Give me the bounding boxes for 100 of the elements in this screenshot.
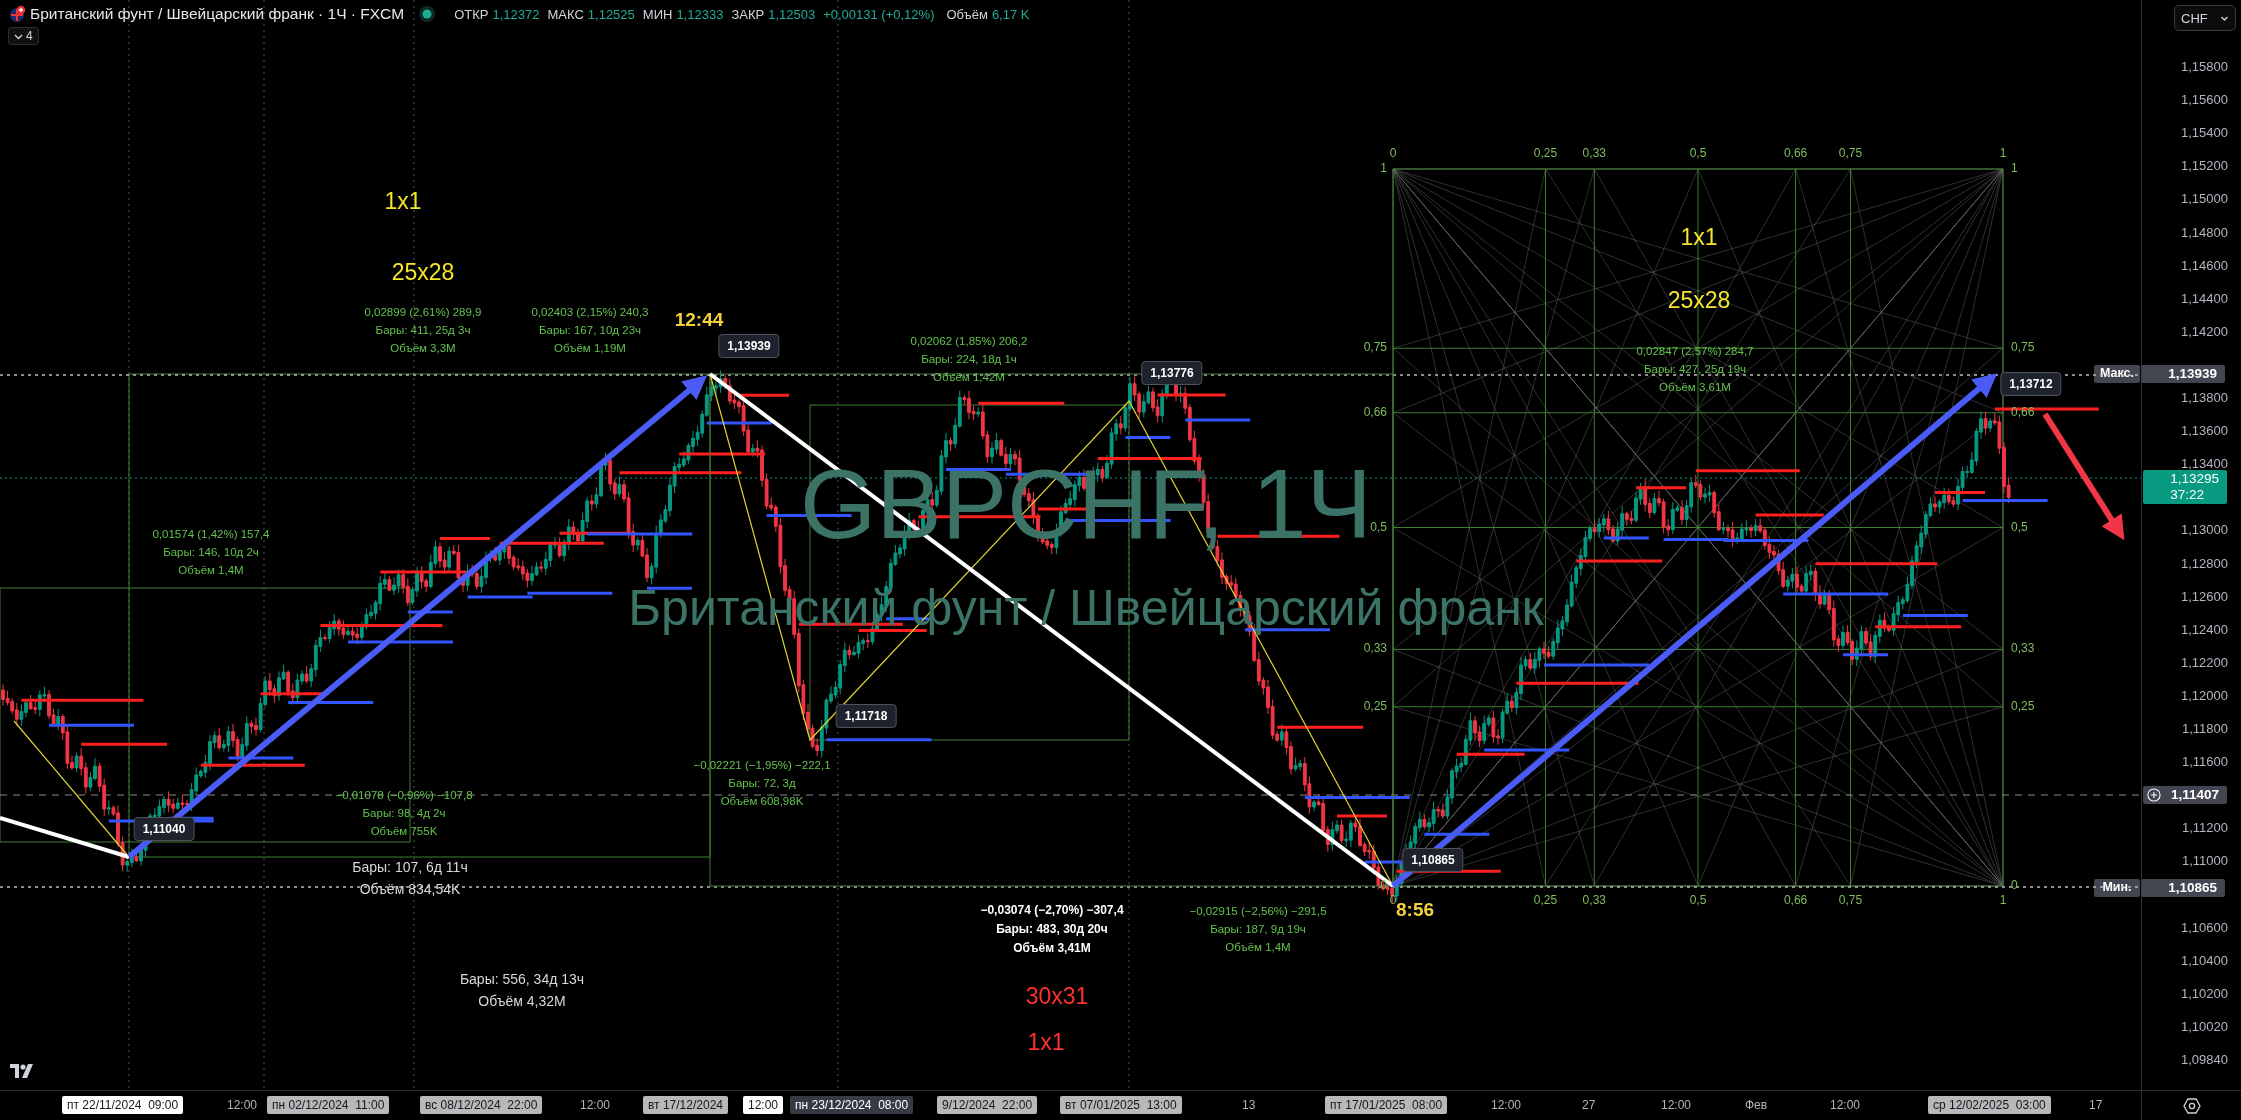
- price-label: 1,11800: [2181, 721, 2228, 737]
- indicators-toggle[interactable]: 4: [8, 27, 39, 45]
- time-label: ср 12/02/2025 03:00: [1928, 1096, 2051, 1114]
- price-label: 1,11200: [2181, 820, 2228, 837]
- gann-level-label: 0,66: [1783, 893, 1808, 907]
- price-badge-label: Макс.: [2094, 365, 2140, 383]
- measure-label: 0,02899 (2,61%) 289,9 Бары: 411, 25д 3ч Объём 3,3M: [364, 305, 482, 356]
- ohlc-label: ЗАКР: [731, 6, 765, 22]
- time-label: Фев: [1744, 1097, 1769, 1114]
- ohlc-value: 1,12333: [676, 6, 724, 22]
- price-tag: 1,10865: [1402, 848, 1464, 872]
- gann-level-label: 1: [1999, 146, 2007, 160]
- gann-level-label: 0,25: [2011, 698, 2035, 713]
- price-tag: 1,13939: [718, 334, 780, 358]
- gann-level-label: 0,75: [1838, 146, 1863, 160]
- price-tag: 1,13712: [2000, 372, 2062, 396]
- price-label: 1,09840: [2181, 1052, 2228, 1068]
- measure-label: 0,01574 (1,42%) 157,4 Бары: 146, 10д 2ч Объём 1,4M: [152, 527, 270, 578]
- symbol-title[interactable]: Британский фунт / Швейцарский франк · 1Ч · FXCM: [30, 5, 405, 23]
- price-badge: 1,13295 37:22: [2143, 470, 2227, 504]
- gann-level-label: 1: [1999, 893, 2007, 907]
- price-label: 1,15800: [2181, 59, 2228, 75]
- gann-level-label: 0,25: [1533, 146, 1558, 160]
- measure-label: Бары: 107, 6д 11ч Объём 834,54K: [352, 858, 468, 899]
- price-label: 1,14200: [2181, 323, 2228, 340]
- gann-level-label: 0,5: [1370, 519, 1387, 534]
- price-badge: 1,10865: [2141, 879, 2225, 897]
- gann-level-label: 0,75: [1838, 893, 1863, 907]
- measure-label: 0,02847 (2,57%) 284,7 Бары: 427, 25д 19ч Объём 3,61M: [1636, 344, 1754, 395]
- time-label: 9/12/2024 22:00: [937, 1096, 1038, 1114]
- price-change: +0,00131 (+0,12%): [823, 6, 935, 22]
- measure-label: −0,02221 (−1,95%) −222,1 Бары: 72, 3д Объём 608,98K: [693, 758, 831, 809]
- gann-level-label: 0: [1389, 893, 1397, 907]
- gann-level-label: 0,33: [1582, 146, 1606, 160]
- gann-level-label: 0,5: [2011, 519, 2028, 534]
- gann-level-label: 0,33: [1582, 893, 1606, 907]
- price-label: 1,12400: [2181, 621, 2228, 638]
- price-badge-label: Мин.: [2094, 879, 2140, 897]
- price-label: 1,12600: [2181, 588, 2228, 605]
- ratio-label: 1x1: [1027, 1028, 1065, 1056]
- time-label: 12:44: [674, 309, 724, 331]
- add-icon[interactable]: [2147, 787, 2161, 803]
- ohlc-label: ОТКР: [454, 6, 489, 22]
- time-label: вт 17/12/2024: [643, 1096, 728, 1114]
- price-label: 1,15400: [2181, 125, 2228, 142]
- logo-icon: [10, 1064, 34, 1078]
- time-label: 13: [1241, 1097, 1257, 1114]
- time-label: пт 17/01/2025 08:00: [1325, 1096, 1448, 1114]
- ratio-label: 25x28: [1667, 286, 1731, 314]
- gann-level-label: 0: [2011, 878, 2018, 892]
- price-label: 1,13000: [2181, 522, 2228, 539]
- gann-level-label: 0,75: [2011, 340, 2035, 355]
- time-label: 12:00: [579, 1097, 612, 1114]
- ratio-label: 25x28: [391, 258, 455, 286]
- price-label: 1,15600: [2181, 92, 2228, 109]
- price-label: 1,15000: [2181, 191, 2228, 208]
- time-label: 27: [1581, 1097, 1597, 1114]
- volume-value: 6,17 K: [991, 6, 1030, 22]
- price-label: 1,14400: [2181, 290, 2228, 307]
- time-label: вт 07/01/2025 13:00: [1060, 1096, 1182, 1114]
- gann-level-label: 0,25: [1533, 893, 1558, 907]
- ratio-label: 30x31: [1025, 982, 1089, 1010]
- ohlc-value: 1,12503: [768, 6, 816, 22]
- price-label: 1,11000: [2181, 853, 2228, 870]
- volume-label: Объём: [946, 6, 988, 22]
- time-label: 17: [2088, 1097, 2104, 1114]
- gann-level-label: 1: [1380, 161, 1387, 175]
- price-tag: 1,13776: [1141, 361, 1203, 385]
- price-label: 1,15200: [2181, 158, 2228, 175]
- status-dot-icon: [418, 5, 437, 23]
- measure-label: 0,02403 (2,15%) 240,3 Бары: 167, 10д 23ч Объём 1,19M: [531, 305, 649, 356]
- gann-level-label: 0,33: [1363, 641, 1387, 656]
- price-label: 1,10200: [2181, 985, 2228, 1002]
- measure-label: −0,02915 (−2,56%) −291,5 Бары: 187, 9д 19ч Объём 1,4M: [1189, 904, 1327, 955]
- flag-icon: [8, 5, 26, 23]
- time-label: 8:56: [1396, 899, 1434, 921]
- ohlc-value: 1,12525: [587, 6, 635, 22]
- price-label: 1,14800: [2181, 224, 2228, 241]
- gann-level-label: 0,5: [1689, 146, 1707, 160]
- gann-level-label: 0,25: [1363, 698, 1387, 713]
- ohlc-label: МИН: [642, 6, 673, 22]
- price-label: 1,12800: [2181, 555, 2228, 572]
- settings-icon[interactable]: [2182, 1096, 2201, 1115]
- time-label: 12:00: [743, 1096, 784, 1114]
- price-label: 1,14600: [2181, 257, 2228, 274]
- measure-label: 0,02062 (1,85%) 206,2 Бары: 224, 18д 1ч Объём 1,42M: [910, 334, 1028, 385]
- price-tag: 1,11040: [133, 817, 195, 841]
- price-badge: 1,11407: [2143, 786, 2227, 804]
- gann-level-label: 1: [2011, 161, 2018, 175]
- price-label: 1,13600: [2181, 423, 2228, 440]
- price-label: 1,11600: [2181, 754, 2228, 771]
- ratio-label: 1x1: [1680, 223, 1718, 251]
- ohlc-label: МАКС: [547, 6, 584, 22]
- price-tag: 1,11718: [835, 704, 897, 728]
- currency-dropdown[interactable]: CHF: [2174, 5, 2236, 31]
- ohlc-value: 1,12372: [492, 6, 540, 22]
- measure-label: −0,01078 (−0,96%) −107,8 Бары: 98, 4д 2ч Объём 755K: [335, 788, 473, 839]
- time-label: пт 22/11/2024 09:00: [62, 1096, 184, 1114]
- time-label: 12:00: [1490, 1097, 1523, 1114]
- time-label: 12:00: [1660, 1097, 1693, 1114]
